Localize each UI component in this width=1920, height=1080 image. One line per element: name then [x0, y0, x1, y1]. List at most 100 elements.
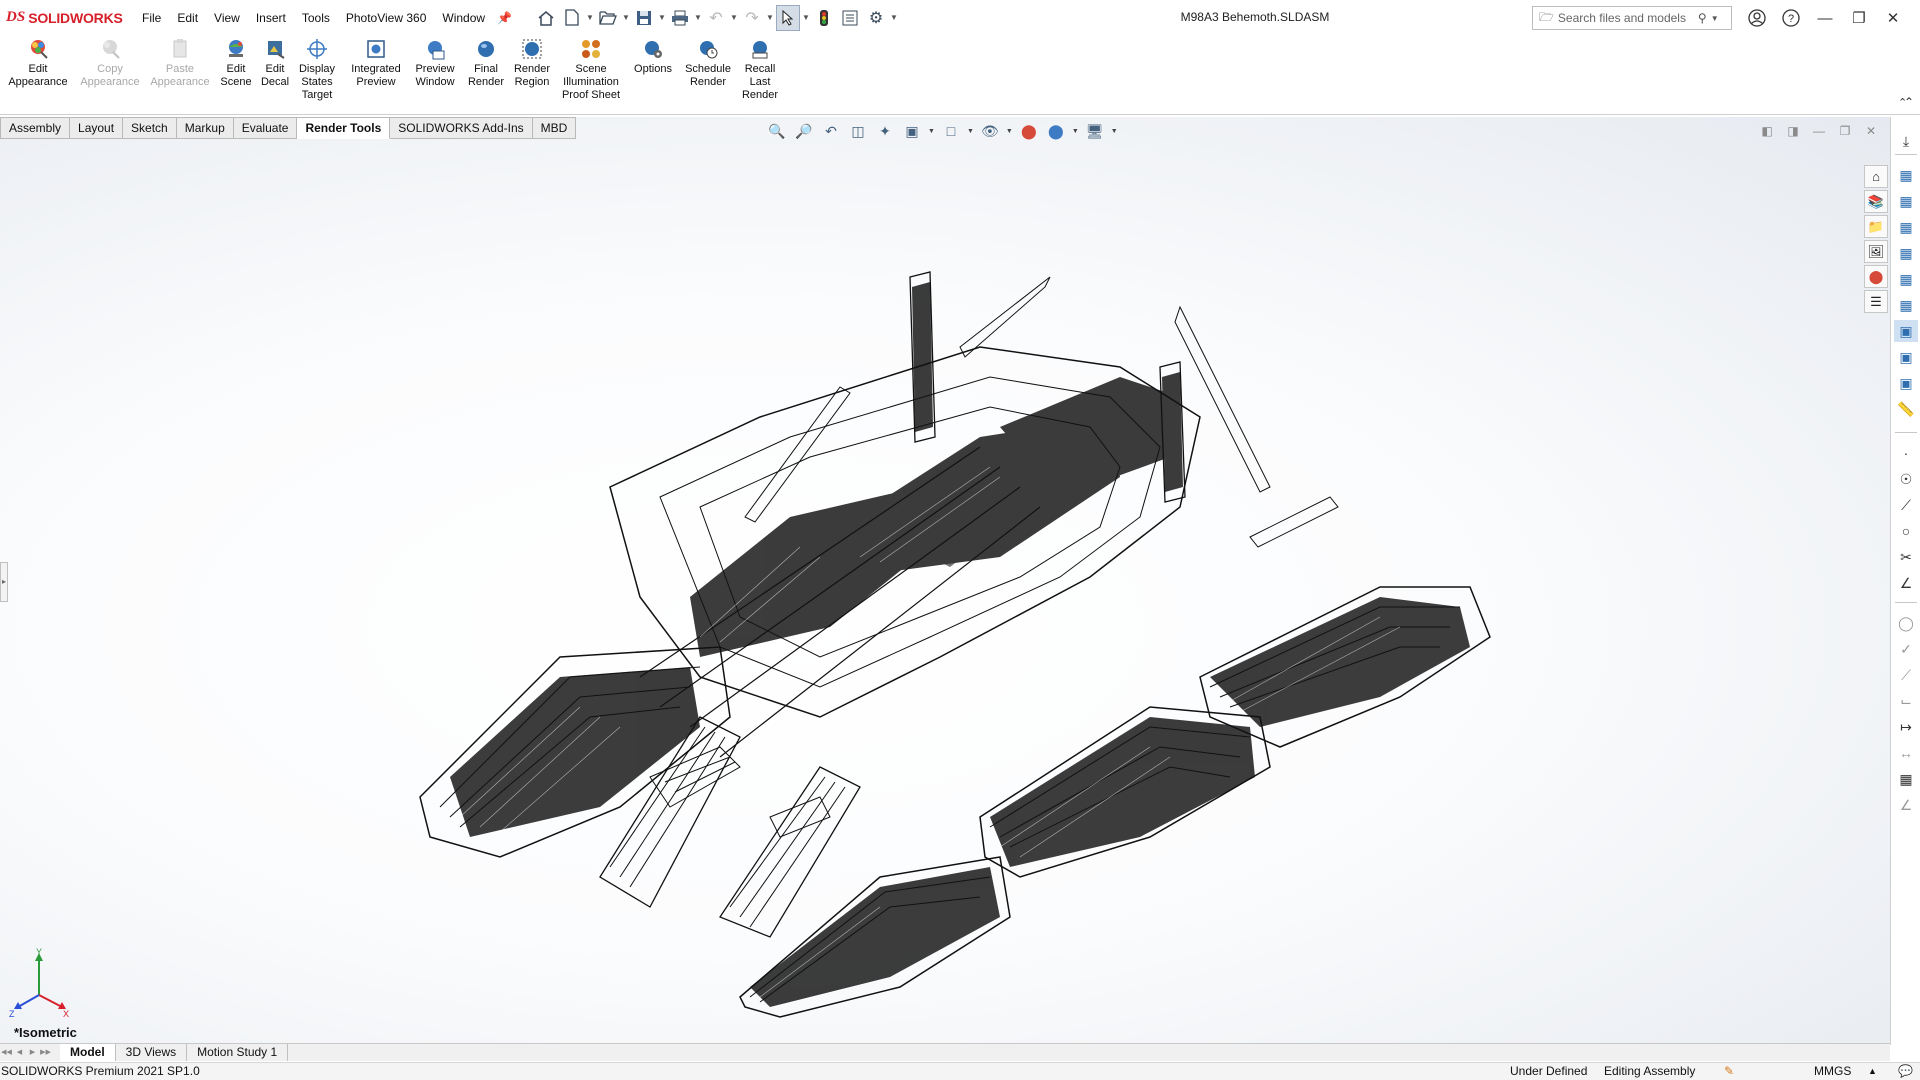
ribbon-pin-chevron-icon[interactable]: ⌃: [1898, 96, 1907, 109]
graphics-area[interactable]: 🔍 🔎 ↶ ◫ ✦ ▣ ▼ □ ▼ 👁 ▼ ⬤ ⬤ ▼ 🖥 ▼ ◧ ◨ — ❐ …: [0, 117, 1890, 1045]
construction-line-icon[interactable]: ⟋: [1894, 664, 1918, 686]
integrated-preview-button[interactable]: Integrated Preview: [344, 38, 408, 89]
point-icon[interactable]: ·: [1894, 442, 1918, 464]
hide-show-items-icon[interactable]: 👁: [979, 120, 1001, 142]
dynamic-annotation-icon[interactable]: ✦: [874, 120, 896, 142]
tab-assembly[interactable]: Assembly: [0, 117, 71, 139]
select-dropdown-chevron-icon[interactable]: ▼: [802, 13, 810, 22]
print-dropdown-chevron-icon[interactable]: ▼: [694, 13, 702, 22]
circle-center-icon[interactable]: ☉: [1894, 468, 1918, 490]
undo-icon[interactable]: ↶: [704, 5, 728, 31]
copy-appearance-button[interactable]: Copy Appearance: [76, 38, 144, 89]
design-library-icon[interactable]: 📚: [1864, 190, 1888, 213]
paste-appearance-button[interactable]: Paste Appearance: [146, 38, 214, 89]
bottom-view-icon[interactable]: ▦: [1894, 294, 1918, 316]
feature-manager-expand-handle[interactable]: ▸: [0, 562, 8, 602]
solidworks-resources-icon[interactable]: ⌂: [1864, 165, 1888, 188]
tab-solidworks-add-ins[interactable]: SOLIDWORKS Add-Ins: [390, 117, 533, 139]
first-tab-arrow-icon[interactable]: ◀◀: [0, 1046, 13, 1060]
menu-photoview-360[interactable]: PhotoView 360: [338, 11, 435, 25]
final-render-button[interactable]: Final Render: [464, 38, 508, 89]
options-dropdown-chevron-icon[interactable]: ▼: [890, 13, 898, 22]
menu-window[interactable]: Window: [434, 11, 493, 25]
zoom-to-area-icon[interactable]: 🔎: [793, 120, 815, 142]
print-icon[interactable]: [668, 5, 692, 31]
save-icon[interactable]: [632, 5, 656, 31]
redo-dropdown-chevron-icon[interactable]: ▼: [766, 13, 774, 22]
new-document-icon[interactable]: [560, 5, 584, 31]
close-icon[interactable]: ✕: [1876, 4, 1910, 32]
dimetric-view-icon[interactable]: ▣: [1894, 372, 1918, 394]
unit-system-chevron-icon[interactable]: ▲: [1868, 1063, 1877, 1079]
tab-3d-views[interactable]: 3D Views: [116, 1044, 188, 1061]
rebuild-status-icon[interactable]: ✎: [1724, 1063, 1734, 1079]
file-properties-icon[interactable]: [838, 5, 862, 31]
unit-system[interactable]: MMGS: [1814, 1063, 1851, 1079]
viewport-restore-left-icon[interactable]: ◧: [1758, 123, 1776, 139]
sketch-fillet-icon[interactable]: ∠: [1894, 572, 1918, 594]
tab-evaluate[interactable]: Evaluate: [233, 117, 298, 139]
view-settings-icon[interactable]: 🖥: [1084, 120, 1106, 142]
circle-icon[interactable]: ○: [1894, 520, 1918, 542]
edit-decal-button[interactable]: Edit Decal: [257, 38, 293, 89]
display-style-icon[interactable]: □: [940, 120, 962, 142]
last-tab-arrow-icon[interactable]: ▶▶: [39, 1046, 52, 1060]
viewport-close-icon[interactable]: ✕: [1862, 123, 1880, 139]
previous-tab-arrow-icon[interactable]: ◀: [13, 1046, 26, 1060]
undo-dropdown-chevron-icon[interactable]: ▼: [730, 13, 738, 22]
view-settings-chevron-icon[interactable]: ▼: [1111, 128, 1118, 135]
view-orientation-icon[interactable]: ▣: [901, 120, 923, 142]
isometric-view-icon[interactable]: ▣: [1894, 320, 1918, 342]
rebuild-icon[interactable]: [812, 5, 836, 31]
search-box[interactable]: 🗁 ⚲ ▼: [1532, 6, 1732, 30]
display-states-target-button[interactable]: Display States Target: [295, 38, 339, 102]
appearances-scenes-icon[interactable]: ⬤: [1864, 265, 1888, 288]
user-account-icon[interactable]: [1740, 4, 1774, 32]
viewport-maximize-icon[interactable]: ❐: [1836, 123, 1854, 139]
convert-entities-icon[interactable]: ✓: [1894, 638, 1918, 660]
menu-tools[interactable]: Tools: [294, 11, 338, 25]
viewport-restore-right-icon[interactable]: ◨: [1784, 123, 1802, 139]
top-view-icon[interactable]: ▦: [1894, 268, 1918, 290]
search-dropdown-chevron-icon[interactable]: ▼: [1711, 14, 1719, 23]
open-dropdown-chevron-icon[interactable]: ▼: [622, 13, 630, 22]
home-icon[interactable]: [534, 5, 558, 31]
search-input[interactable]: [1557, 11, 1694, 25]
tab-render-tools[interactable]: Render Tools: [297, 117, 391, 139]
schedule-render-button[interactable]: Schedule Render: [682, 38, 734, 89]
edit-scene-button[interactable]: Edit Scene: [217, 38, 255, 89]
select-pointer-icon[interactable]: [776, 4, 801, 31]
previous-view-icon[interactable]: ↶: [820, 120, 842, 142]
tab-model[interactable]: Model: [60, 1044, 116, 1061]
pin-menu-icon[interactable]: 📌: [497, 11, 512, 25]
corner-rectangle-icon[interactable]: ⌙: [1894, 690, 1918, 712]
offset-icon[interactable]: ◯: [1894, 612, 1918, 634]
sketch-plane-icon[interactable]: ⤓: [1894, 130, 1918, 152]
horizontal-dimension-icon[interactable]: ↔: [1894, 742, 1918, 764]
menu-insert[interactable]: Insert: [248, 11, 294, 25]
right-view-icon[interactable]: ▦: [1894, 242, 1918, 264]
comments-icon[interactable]: 💬: [1898, 1063, 1913, 1079]
apply-scene-icon[interactable]: ⬤: [1045, 120, 1067, 142]
back-view-icon[interactable]: ▦: [1894, 190, 1918, 212]
file-explorer-icon[interactable]: 📁: [1864, 215, 1888, 238]
custom-properties-icon[interactable]: ☰: [1864, 290, 1888, 313]
angle-icon[interactable]: ∠: [1894, 794, 1918, 816]
measure-icon[interactable]: 📏: [1894, 398, 1918, 420]
render-options-button[interactable]: Options: [630, 38, 676, 76]
wireframe-model[interactable]: [0, 117, 1890, 1045]
apply-scene-chevron-icon[interactable]: ▼: [1072, 128, 1079, 135]
smart-dimension-icon[interactable]: ↦: [1894, 716, 1918, 738]
line-icon[interactable]: ⟋: [1894, 494, 1918, 516]
grid-icon[interactable]: ▦: [1894, 768, 1918, 790]
zoom-to-fit-icon[interactable]: 🔍: [766, 120, 788, 142]
front-view-icon[interactable]: ▦: [1894, 164, 1918, 186]
view-orientation-chevron-icon[interactable]: ▼: [928, 128, 935, 135]
edit-appearance-view-icon[interactable]: ⬤: [1018, 120, 1040, 142]
help-icon[interactable]: ?: [1774, 4, 1808, 32]
section-view-icon[interactable]: ◫: [847, 120, 869, 142]
trim-icon[interactable]: ✂: [1894, 546, 1918, 568]
next-tab-arrow-icon[interactable]: ▶: [26, 1046, 39, 1060]
redo-icon[interactable]: ↷: [740, 5, 764, 31]
tab-sketch[interactable]: Sketch: [123, 117, 177, 139]
